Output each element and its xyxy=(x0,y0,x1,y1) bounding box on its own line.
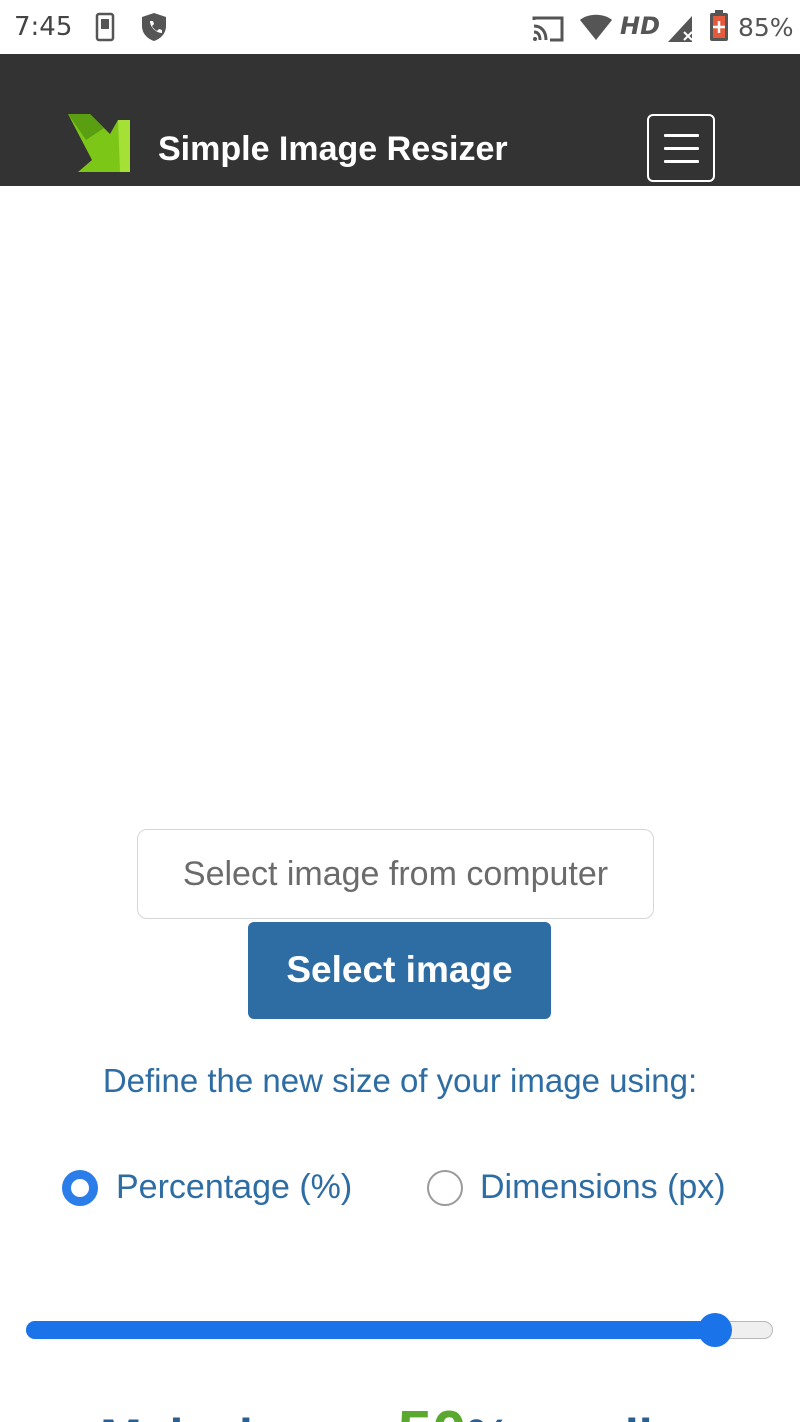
brand-title[interactable]: Simple Image Resizer xyxy=(158,130,508,169)
app-logo-icon[interactable] xyxy=(64,110,134,176)
dimensions-radio[interactable] xyxy=(427,1170,463,1206)
signal-icon xyxy=(668,16,693,42)
battery-percent: 85% xyxy=(738,13,794,42)
site-header: Simple Image Resizer xyxy=(0,54,800,186)
select-image-label: Select image xyxy=(286,949,513,990)
status-bar: 7:45 HD 85% xyxy=(0,0,800,54)
percentage-radio[interactable] xyxy=(62,1170,98,1206)
wifi-icon xyxy=(580,14,612,40)
resize-slider-fill xyxy=(26,1321,716,1339)
hamburger-menu-icon xyxy=(664,134,699,137)
file-path-input[interactable]: Select image from computer xyxy=(137,829,654,919)
file-path-placeholder: Select image from computer xyxy=(182,855,609,893)
shield-call-icon xyxy=(142,13,166,41)
ad-area xyxy=(0,186,800,806)
result-prefix: Make image xyxy=(100,1409,383,1422)
hamburger-menu-button[interactable] xyxy=(647,114,715,182)
percentage-radio-label[interactable]: Percentage (%) xyxy=(116,1168,352,1207)
result-suffix: % smaller xyxy=(466,1409,699,1422)
result-text: Make image 50% smaller xyxy=(0,1398,800,1422)
phone-icon xyxy=(95,12,115,42)
resize-slider-thumb[interactable] xyxy=(698,1313,733,1347)
define-size-text: Define the new size of your image using: xyxy=(102,1062,698,1099)
battery-icon xyxy=(710,10,728,41)
dimensions-radio-label[interactable]: Dimensions (px) xyxy=(480,1168,726,1207)
status-time: 7:45 xyxy=(14,12,73,42)
result-value: 50 xyxy=(397,1399,466,1422)
select-image-button[interactable]: Select image xyxy=(248,922,551,1019)
cast-icon xyxy=(532,16,564,42)
network-type: HD xyxy=(620,12,661,40)
